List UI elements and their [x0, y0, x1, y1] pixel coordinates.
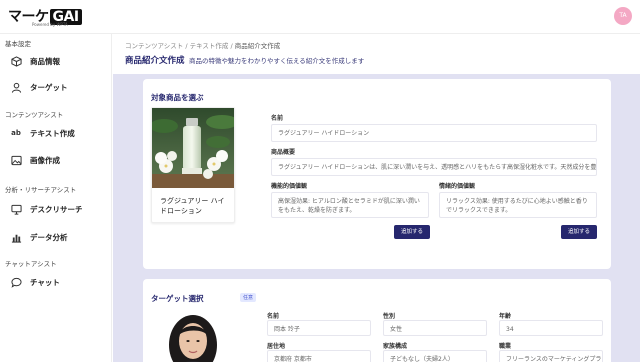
sidebar-item-image-creation[interactable]: 画像作成: [0, 150, 112, 170]
emotional-value-label: 情緒的価値観: [439, 183, 476, 190]
sidebar-item-data-analysis[interactable]: データ分析: [0, 227, 112, 247]
chat-bubble-icon: [10, 276, 22, 288]
sidebar-item-target[interactable]: ターゲット: [0, 77, 112, 97]
name-field[interactable]: ラグジュアリー ハイドローション: [271, 124, 597, 142]
add-emotional-value-button[interactable]: 追加する: [561, 225, 597, 239]
logo-tagline: Powered by WPTA: [32, 22, 68, 27]
overview-label: 商品概要: [271, 149, 296, 156]
product-photo: [152, 108, 234, 188]
sidebar-item-chat[interactable]: チャット: [0, 272, 112, 292]
persona-family-label: 家族構成: [383, 343, 408, 350]
person-icon: [10, 81, 22, 93]
sidebar-section-title: チャットアシスト: [5, 260, 57, 268]
sidebar-item-label: ターゲット: [30, 82, 68, 92]
add-functional-value-button[interactable]: 追加する: [394, 225, 430, 239]
sidebar: 基本設定 商品情報 ターゲット コンテンツアシスト ab テキスト作成 画像作成…: [0, 34, 112, 362]
persona-name-field[interactable]: 岡本 玲子: [267, 320, 371, 336]
sidebar-item-label: デスクリサーチ: [30, 204, 83, 214]
sidebar-item-label: データ分析: [30, 232, 68, 242]
bar-chart-icon: [10, 231, 22, 243]
sidebar-section-title: コンテンツアシスト: [5, 111, 64, 119]
page-title: 商品紹介文作成: [125, 56, 185, 66]
sidebar-section-title: 基本設定: [5, 40, 31, 48]
persona-residence-label: 居住地: [267, 343, 286, 350]
name-label: 名前: [271, 115, 284, 122]
target-persona-photo[interactable]: [151, 305, 235, 362]
persona-gender-field[interactable]: 女性: [383, 320, 487, 336]
overview-field[interactable]: ラグジュアリー ハイドローションは、肌に深い潤いを与え、透明感とハリをもたらす高…: [271, 158, 597, 176]
product-select-card: 対象商品を選ぶ ラグジュアリー ハイドローション 名前 ラグジュアリー ハイドロ…: [143, 79, 611, 269]
ab-text-icon: ab: [11, 129, 21, 137]
persona-age-field[interactable]: 34: [499, 320, 603, 336]
main-content: コンテンツアシスト / テキスト作成 / 商品紹介文作成 商品紹介文作成 商品の…: [113, 34, 640, 362]
monitor-icon: [10, 203, 22, 215]
optional-badge: 任意: [240, 293, 257, 302]
functional-value-field[interactable]: 高保湿効果: ヒアルロン酸とセラミドが肌に深い潤いをもたえ、乾燥を防ぎます。: [271, 192, 429, 218]
persona-residence-field[interactable]: 京都府 京都市: [267, 350, 371, 362]
persona-age-label: 年齢: [499, 313, 512, 320]
functional-value-label: 機能的価値観: [271, 183, 308, 190]
sidebar-item-text-creation[interactable]: ab テキスト作成: [0, 123, 112, 143]
product-tile[interactable]: ラグジュアリー ハイドローション: [151, 107, 235, 223]
breadcrumb: コンテンツアシスト / テキスト作成 / 商品紹介文作成: [125, 42, 281, 50]
top-bar: マーケ GAI Powered by WPTA TA: [0, 0, 640, 34]
target-select-card: ターゲット選択 任意 名前 岡本 玲子 性別 女性 年齢 34 居住地 京都府 …: [143, 279, 611, 362]
card-title: 対象商品を選ぶ: [151, 93, 204, 102]
breadcrumb-item[interactable]: コンテンツアシスト: [125, 42, 183, 50]
user-avatar[interactable]: TA: [614, 7, 632, 25]
sidebar-item-label: 画像作成: [30, 155, 60, 165]
cube-icon: [10, 55, 22, 67]
persona-name-label: 名前: [267, 313, 280, 320]
emotional-value-field[interactable]: リラックス効果: 使用するたびに心地よい感触と香りでリラックスできます。: [439, 192, 597, 218]
product-name: ラグジュアリー ハイドローション: [160, 197, 225, 215]
image-icon: [10, 154, 22, 166]
page-subtitle: 商品の特徴や魅力をわかりやすく伝える紹介文を作成します: [189, 57, 365, 65]
sidebar-item-label: 商品情報: [30, 56, 60, 66]
persona-family-field[interactable]: 子どもなし（夫婦2人）: [383, 350, 487, 362]
breadcrumb-current: 商品紹介文作成: [234, 42, 281, 50]
persona-occupation-label: 職業: [499, 343, 512, 350]
breadcrumb-item[interactable]: テキスト作成: [190, 42, 229, 50]
card-title: ターゲット選択: [151, 294, 204, 303]
sidebar-item-product-info[interactable]: 商品情報: [0, 51, 112, 71]
persona-gender-label: 性別: [383, 313, 396, 320]
persona-occupation-field[interactable]: フリーランスのマーケティングプランナー: [499, 350, 603, 362]
sidebar-item-label: チャット: [30, 277, 60, 287]
sidebar-section-title: 分析・リサーチアシスト: [5, 186, 77, 194]
sidebar-item-desk-research[interactable]: デスクリサーチ: [0, 199, 112, 219]
sidebar-item-label: テキスト作成: [30, 128, 75, 138]
